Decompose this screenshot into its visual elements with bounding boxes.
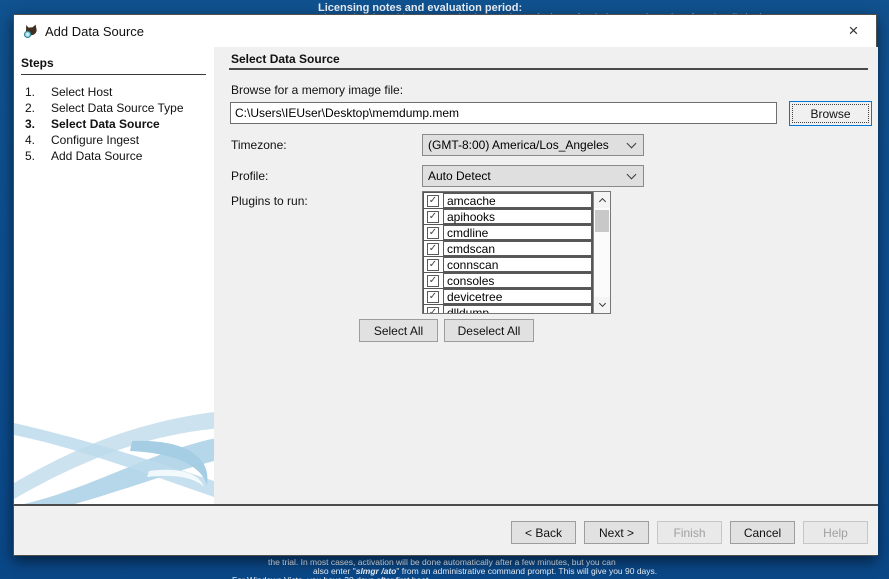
chevron-down-icon <box>626 138 637 149</box>
wizard-body: Steps 1. Select Host 2. Select Data Sour… <box>14 47 878 506</box>
chevron-down-icon <box>626 169 637 180</box>
step-item-select-host: 1. Select Host <box>25 85 113 99</box>
plugins-label: Plugins to run: <box>231 194 308 208</box>
panel-heading: Select Data Source <box>231 52 340 66</box>
checkbox-checked-icon[interactable]: ✓ <box>427 274 439 287</box>
swoosh-watermark <box>14 412 214 506</box>
scroll-up-icon[interactable] <box>594 192 610 208</box>
desktop-background: Licensing notes and evaluation period: T… <box>0 0 889 579</box>
deselect-all-button[interactable]: Deselect All <box>444 319 534 342</box>
plugin-row-amcache[interactable]: ✓ amcache <box>423 192 593 209</box>
checkbox-checked-icon[interactable]: ✓ <box>427 226 439 239</box>
checkbox-checked-icon[interactable]: ✓ <box>427 210 439 223</box>
profile-label: Profile: <box>231 169 269 183</box>
desktop-license-line3: For Windows Vista, you have 30 days afte… <box>232 575 431 579</box>
timezone-label: Timezone: <box>231 138 287 152</box>
dialog-titlebar[interactable]: Add Data Source × <box>14 15 876 47</box>
profile-select[interactable]: Auto Detect <box>422 165 644 187</box>
back-button[interactable]: < Back <box>511 521 576 544</box>
plugin-row-consoles[interactable]: ✓ consoles <box>423 272 593 289</box>
steps-list: 1. Select Host 2. Select Data Source Typ… <box>14 84 214 164</box>
browse-button[interactable]: Browse <box>789 101 872 126</box>
select-all-button[interactable]: Select All <box>359 319 438 342</box>
steps-heading: Steps <box>21 56 206 75</box>
autopsy-dog-icon <box>24 24 37 38</box>
step-item-select-data-source-type: 2. Select Data Source Type <box>25 101 184 115</box>
plugin-row-cmdscan[interactable]: ✓ cmdscan <box>423 240 593 257</box>
steps-panel: Steps 1. Select Host 2. Select Data Sour… <box>14 47 214 506</box>
cancel-button[interactable]: Cancel <box>730 521 795 544</box>
checkbox-checked-icon[interactable]: ✓ <box>427 242 439 255</box>
next-button[interactable]: Next > <box>584 521 649 544</box>
plugin-row-dlldump[interactable]: ✓ dlldump <box>423 304 593 313</box>
step-item-configure-ingest: 4. Configure Ingest <box>25 133 140 147</box>
memory-image-path-input[interactable] <box>230 102 777 124</box>
timezone-select[interactable]: (GMT-8:00) America/Los_Angeles <box>422 134 644 156</box>
step-item-select-data-source-current: 3. Select Data Source <box>25 117 160 131</box>
select-data-source-panel: Select Data Source Browse for a memory i… <box>214 47 878 506</box>
plugins-list: ✓ amcache ✓ apihooks ✓ cmdline ✓ cmdscan… <box>422 191 611 314</box>
scrollbar-thumb[interactable] <box>595 210 609 232</box>
finish-button: Finish <box>657 521 722 544</box>
checkbox-checked-icon[interactable]: ✓ <box>427 306 439 313</box>
plugins-rows: ✓ amcache ✓ apihooks ✓ cmdline ✓ cmdscan… <box>423 192 593 313</box>
checkbox-checked-icon[interactable]: ✓ <box>427 290 439 303</box>
heading-rule <box>229 68 868 70</box>
help-button: Help <box>803 521 868 544</box>
scroll-down-icon[interactable] <box>594 297 610 313</box>
plugin-row-cmdline[interactable]: ✓ cmdline <box>423 224 593 241</box>
checkbox-checked-icon[interactable]: ✓ <box>427 194 439 207</box>
dialog-title: Add Data Source <box>45 23 145 39</box>
plugin-row-connscan[interactable]: ✓ connscan <box>423 256 593 273</box>
close-icon[interactable]: × <box>831 15 876 47</box>
browse-file-label: Browse for a memory image file: <box>231 83 404 97</box>
add-data-source-dialog: Add Data Source × Steps 1. Select Host 2… <box>13 14 878 556</box>
plugin-row-devicetree[interactable]: ✓ devicetree <box>423 288 593 305</box>
step-item-add-data-source: 5. Add Data Source <box>25 149 143 163</box>
checkbox-checked-icon[interactable]: ✓ <box>427 258 439 271</box>
plugin-row-apihooks[interactable]: ✓ apihooks <box>423 208 593 225</box>
wizard-footer: < Back Next > Finish Cancel Help <box>14 504 878 555</box>
plugins-scrollbar[interactable] <box>593 192 610 313</box>
